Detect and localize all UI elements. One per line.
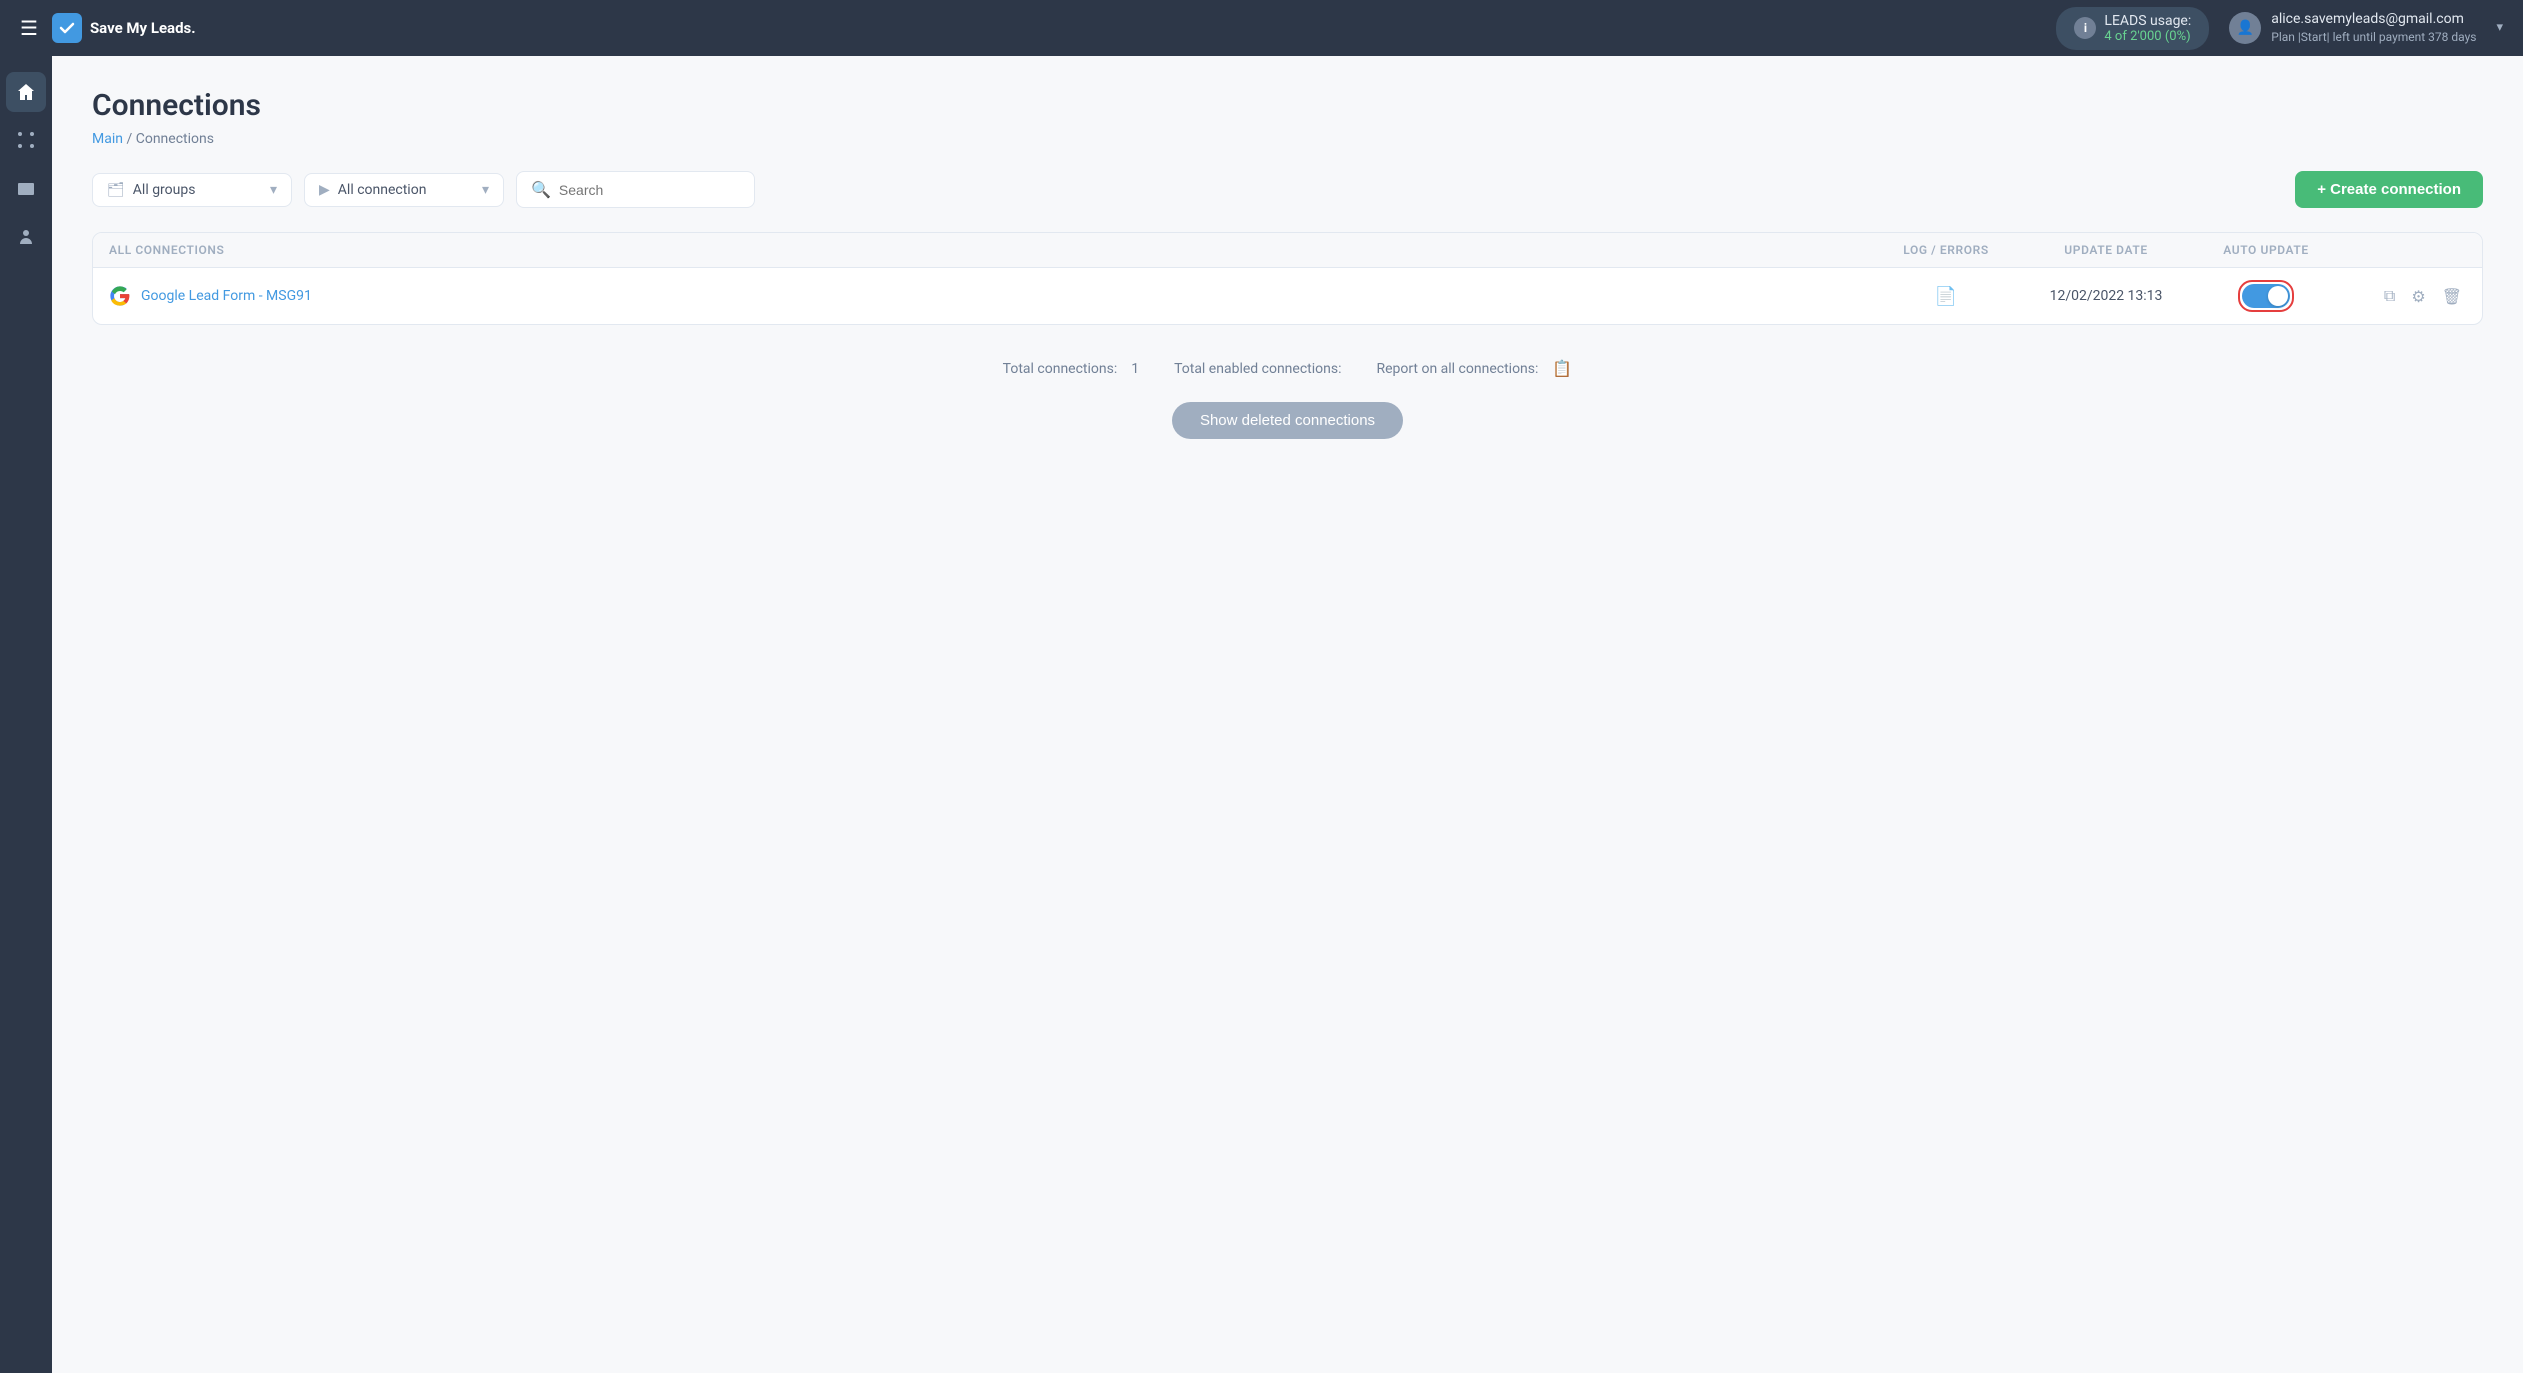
connection-name-text: Google Lead Form - MSG91 — [141, 288, 312, 304]
logo-icon — [52, 13, 82, 43]
user-menu[interactable]: 👤 alice.savemyleads@gmail.com Plan |Star… — [2229, 10, 2503, 46]
logo-text: Save My Leads. — [90, 19, 196, 37]
content-area: Connections Main / Connections 🗂 All gro… — [52, 56, 2523, 1373]
col-update-date: UPDATE DATE — [2026, 243, 2186, 257]
col-all-connections: ALL CONNECTIONS — [109, 243, 1866, 257]
user-info: alice.savemyleads@gmail.com Plan |Start|… — [2271, 10, 2476, 46]
show-deleted-button[interactable]: Show deleted connections — [1172, 402, 1403, 439]
chevron-down-icon: ▾ — [270, 182, 277, 198]
row-actions: ⧉ ⚙ 🗑 — [2346, 282, 2466, 310]
table-header: ALL CONNECTIONS LOG / ERRORS UPDATE DATE… — [93, 233, 2482, 268]
avatar: 👤 — [2229, 12, 2261, 44]
sidebar-item-billing[interactable] — [6, 168, 46, 208]
col-log-errors: LOG / ERRORS — [1866, 243, 2026, 257]
play-icon: ▶ — [319, 182, 330, 198]
separator-2 — [1355, 361, 1362, 377]
page-title: Connections — [92, 88, 2483, 123]
sidebar-item-account[interactable] — [6, 216, 46, 256]
sidebar — [0, 56, 52, 1373]
breadcrumb-main[interactable]: Main — [92, 131, 123, 147]
breadcrumb: Main / Connections — [92, 131, 2483, 147]
connection-dropdown[interactable]: ▶ All connection ▾ — [304, 173, 504, 207]
report-label: Report on all connections: — [1376, 361, 1538, 377]
breadcrumb-current: Connections — [136, 131, 214, 147]
auto-update-toggle-highlight — [2238, 280, 2294, 312]
report-icon[interactable]: 📋 — [1552, 359, 1572, 378]
search-input[interactable] — [559, 182, 740, 198]
delete-icon[interactable]: 🗑 — [2438, 283, 2466, 310]
total-connections-label: Total connections: — [1003, 361, 1118, 377]
leads-count: 4 of 2'000 (0%) — [2104, 29, 2191, 44]
connections-table: ALL CONNECTIONS LOG / ERRORS UPDATE DATE… — [92, 232, 2483, 325]
search-field[interactable]: 🔍 — [516, 171, 755, 208]
table-row: Google Lead Form - MSG91 📄 12/02/2022 13… — [93, 268, 2482, 324]
user-plan: Plan |Start| left until payment 378 days — [2271, 29, 2476, 46]
total-enabled-label: Total enabled connections: — [1174, 361, 1341, 377]
footer-stats: Total connections: 1 Total enabled conne… — [92, 345, 2483, 392]
auto-update-cell — [2186, 280, 2346, 312]
separator-1 — [1153, 361, 1160, 377]
connection-label: All connection — [338, 182, 427, 198]
col-auto-update: AUTO UPDATE — [2186, 243, 2346, 257]
filters-row: 🗂 All groups ▾ ▶ All connection ▾ 🔍 + Cr… — [92, 171, 2483, 208]
groups-dropdown[interactable]: 🗂 All groups ▾ — [92, 173, 292, 207]
sidebar-item-home[interactable] — [6, 72, 46, 112]
update-date: 12/02/2022 13:13 — [2026, 288, 2186, 304]
duplicate-icon[interactable]: ⧉ — [2380, 282, 2399, 310]
chevron-down-icon: ▾ — [2496, 20, 2503, 35]
leads-title: LEADS usage: — [2104, 13, 2191, 29]
breadcrumb-separator: / — [126, 131, 135, 147]
google-icon — [109, 285, 131, 307]
user-email: alice.savemyleads@gmail.com — [2271, 10, 2476, 30]
settings-icon[interactable]: ⚙ — [2407, 283, 2429, 310]
connection-name[interactable]: Google Lead Form - MSG91 — [109, 285, 1866, 307]
chevron-down-icon: ▾ — [482, 182, 489, 198]
sidebar-item-connections[interactable] — [6, 120, 46, 160]
groups-label: All groups — [133, 182, 196, 198]
hamburger-icon[interactable]: ☰ — [20, 16, 38, 40]
col-actions — [2346, 243, 2466, 257]
leads-usage: i LEADS usage: 4 of 2'000 (0%) — [2056, 7, 2209, 50]
log-doc-icon[interactable]: 📄 — [1935, 286, 1957, 307]
search-icon: 🔍 — [531, 180, 551, 199]
logo: Save My Leads. — [52, 13, 196, 43]
main-layout: Connections Main / Connections 🗂 All gro… — [0, 56, 2523, 1373]
auto-update-toggle[interactable] — [2242, 284, 2290, 308]
folder-icon: 🗂 — [107, 182, 125, 198]
log-cell: 📄 — [1866, 286, 2026, 307]
top-navigation: ☰ Save My Leads. i LEADS usage: 4 of 2'0… — [0, 0, 2523, 56]
total-connections-value: 1 — [1131, 361, 1139, 377]
create-connection-button[interactable]: + Create connection — [2295, 171, 2483, 208]
info-icon: i — [2074, 17, 2096, 39]
